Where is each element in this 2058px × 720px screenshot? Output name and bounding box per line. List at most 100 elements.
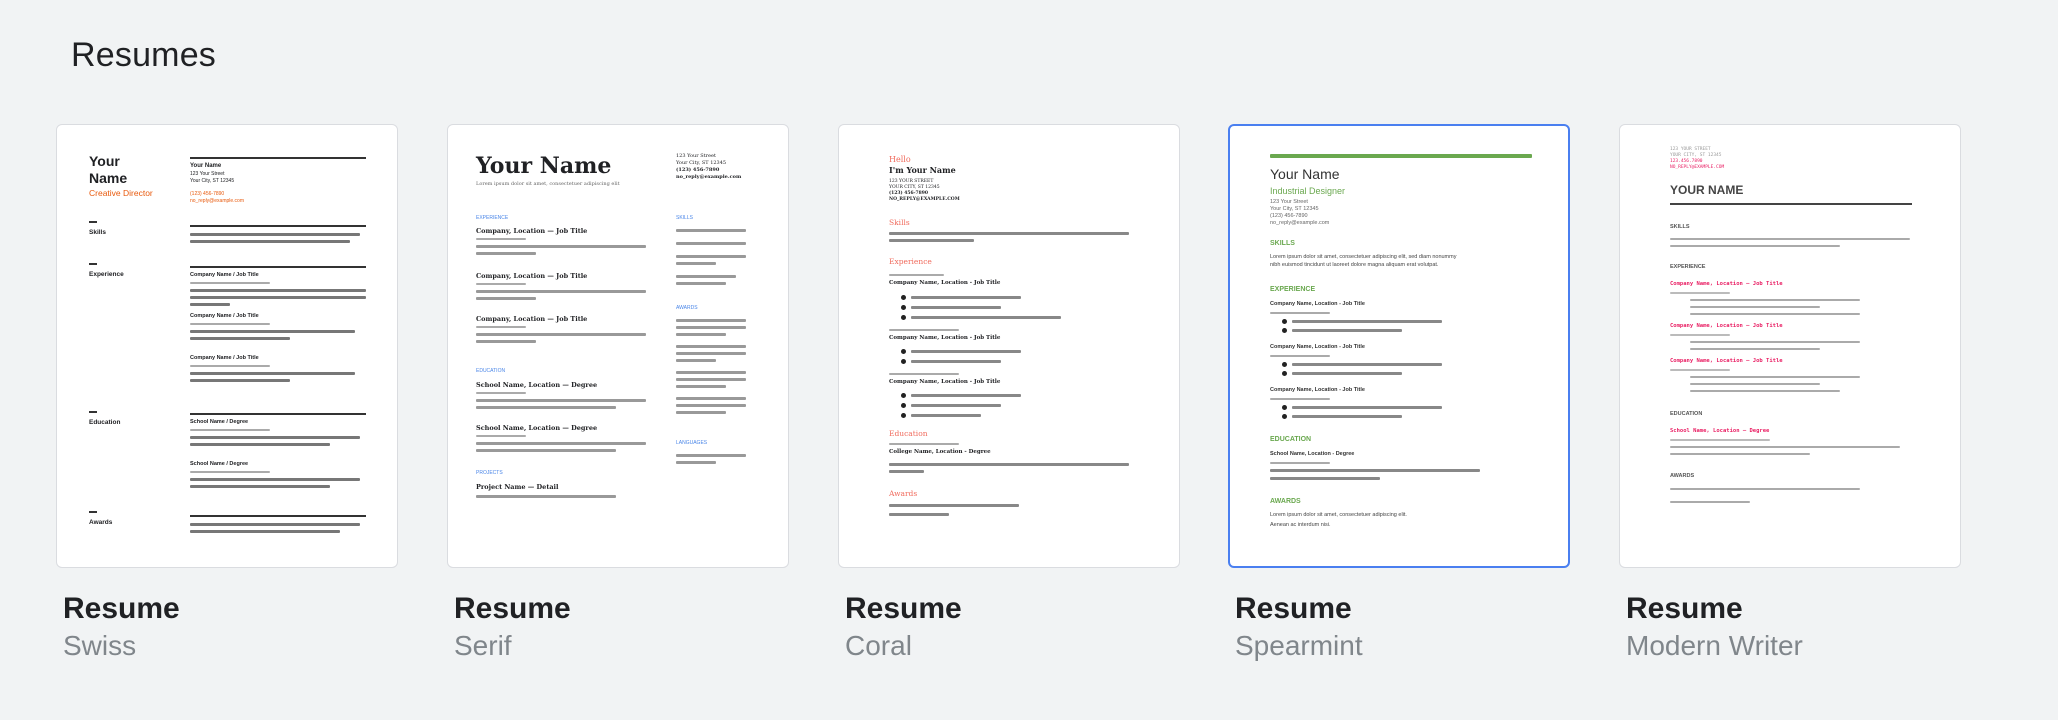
preview-skills: Skills xyxy=(889,218,910,227)
preview-hello: Hello xyxy=(889,155,911,164)
template-name: Coral xyxy=(845,630,912,661)
template-name: Spearmint xyxy=(1235,630,1363,661)
preview-name: Your Name xyxy=(1270,166,1340,182)
preview-experience: Experience xyxy=(89,271,124,278)
preview-school1: School Name / Degree xyxy=(190,419,249,425)
preview-job2: Company Name, Location - Job Title xyxy=(889,335,1001,341)
preview-job3: Company Name, Location — Job Title xyxy=(1670,358,1783,364)
preview-job1: Company Name / Job Title xyxy=(190,272,259,278)
preview-job3: Company Name, Location - Job Title xyxy=(1270,387,1365,393)
preview-education: EDUCATION xyxy=(1270,436,1312,443)
template-thumbnail-serif[interactable]: Your Name Lorem ipsum dolor sit amet, co… xyxy=(447,124,789,568)
preview-addr1: 123 YOUR STREET xyxy=(889,179,934,184)
preview-name-line1: Your xyxy=(89,153,120,169)
preview-project: Project Name — Detail xyxy=(476,483,559,491)
modern-writer-preview: 123 YOUR STREET YOUR CITY, ST 12345 123.… xyxy=(1620,125,1960,567)
preview-addr2: YOUR CITY, ST 12345 xyxy=(1670,153,1722,158)
preview-email: no_reply@example.com xyxy=(1270,220,1330,226)
preview-lorem1: Lorem ipsum dolor sit amet, consectetuer… xyxy=(1270,254,1457,260)
template-thumbnail-coral[interactable]: Hello I'm Your Name 123 YOUR STREET YOUR… xyxy=(838,124,1180,568)
template-name: Serif xyxy=(454,630,512,661)
template-name: Swiss xyxy=(63,630,137,661)
preview-skills: Skills xyxy=(89,229,106,236)
preview-email: NO_REPLY@EXAMPLE.COM xyxy=(889,197,960,202)
preview-lorem4: Aenean ac interdum nisi. xyxy=(1270,522,1331,528)
template-title: Resume xyxy=(454,592,571,625)
preview-education: EDUCATION xyxy=(1670,411,1703,417)
preview-job2: Company, Location — Job Title xyxy=(476,272,588,280)
preview-email: no_reply@example.com xyxy=(676,174,742,180)
template-thumbnail-spearmint[interactable]: Your Name Industrial Designer 123 Your S… xyxy=(1228,124,1570,568)
preview-experience: EXPERIENCE xyxy=(1270,286,1316,293)
template-name: Modern Writer xyxy=(1626,630,1803,661)
preview-addr1: 123 Your Street xyxy=(1270,199,1308,205)
preview-education: Education xyxy=(89,419,121,426)
preview-job1: Company Name, Location — Job Title xyxy=(1670,281,1783,287)
template-title: Resume xyxy=(845,592,962,625)
preview-awards: Awards xyxy=(89,519,113,526)
template-thumbnail-modern-writer[interactable]: 123 YOUR STREET YOUR CITY, ST 12345 123.… xyxy=(1619,124,1961,568)
preview-job1: Company, Location — Job Title xyxy=(476,227,588,235)
preview-role: Creative Director xyxy=(89,188,153,198)
preview-skills: SKILLS xyxy=(676,215,693,221)
preview-phone: (123) 456-7890 xyxy=(190,191,225,197)
preview-addr1: 123 Your Street xyxy=(190,171,225,177)
preview-awards: AWARDS xyxy=(676,305,698,311)
preview-addr2: YOUR CITY, ST 12345 xyxy=(889,185,940,190)
preview-school2: School Name / Degree xyxy=(190,461,249,467)
preview-addr1: 123 Your Street xyxy=(676,153,716,159)
preview-lorem3: Lorem ipsum dolor sit amet, consectetuer… xyxy=(1270,512,1407,518)
preview-phone: 123.456.7890 xyxy=(1670,159,1703,164)
preview-education: Education xyxy=(889,429,928,438)
preview-phone: (123) 456-7890 xyxy=(676,167,720,173)
preview-addr2: Your City, ST 12345 xyxy=(676,160,727,166)
preview-skills: SKILLS xyxy=(1670,224,1690,230)
preview-job2: Company Name / Job Title xyxy=(190,313,259,319)
preview-phone: (123) 456-7890 xyxy=(1270,213,1308,219)
preview-role: Industrial Designer xyxy=(1270,186,1346,196)
preview-skills: SKILLS xyxy=(1270,240,1295,247)
preview-school: College Name, Location - Degree xyxy=(889,449,991,455)
preview-job2: Company Name, Location - Job Title xyxy=(1270,344,1365,350)
preview-addr2: Your City, ST 12345 xyxy=(1270,206,1319,212)
coral-preview: Hello I'm Your Name 123 YOUR STREET YOUR… xyxy=(839,125,1179,567)
template-thumbnail-swiss[interactable]: Your Name Creative Director Your Name 12… xyxy=(56,124,398,568)
serif-preview: Your Name Lorem ipsum dolor sit amet, co… xyxy=(448,125,788,567)
swiss-preview: Your Name Creative Director Your Name 12… xyxy=(57,125,397,567)
preview-job3: Company, Location — Job Title xyxy=(476,315,588,323)
preview-contact-name: Your Name xyxy=(190,163,222,169)
preview-awards: AWARDS xyxy=(1270,498,1301,505)
preview-addr2: Your City, ST 12345 xyxy=(190,178,235,184)
preview-school: School Name, Location - Degree xyxy=(1270,451,1355,457)
preview-job3: Company Name, Location - Job Title xyxy=(889,379,1001,385)
preview-experience: EXPERIENCE xyxy=(476,215,509,221)
preview-school1: School Name, Location — Degree xyxy=(476,381,598,389)
spearmint-preview: Your Name Industrial Designer 123 Your S… xyxy=(1230,126,1568,566)
preview-job1: Company Name, Location - Job Title xyxy=(889,280,1001,286)
preview-lorem2: nibh euismod tincidunt ut laoreet dolore… xyxy=(1270,262,1439,268)
preview-projects: PROJECTS xyxy=(476,470,503,476)
preview-experience: EXPERIENCE xyxy=(1670,264,1706,270)
template-title: Resume xyxy=(1626,592,1743,625)
preview-email: NO_REPLY@EXAMPLE.COM xyxy=(1670,165,1725,170)
preview-job3: Company Name / Job Title xyxy=(190,355,259,361)
preview-experience: Experience xyxy=(889,257,932,266)
preview-phone: (123) 456-7890 xyxy=(889,191,929,196)
preview-education: EDUCATION xyxy=(476,368,506,374)
preview-name: Your Name xyxy=(476,153,612,179)
preview-name-line2: Name xyxy=(89,170,128,186)
preview-addr1: 123 YOUR STREET xyxy=(1670,147,1711,152)
preview-job2: Company Name, Location — Job Title xyxy=(1670,323,1783,329)
section-title: Resumes xyxy=(71,36,217,74)
preview-name: YOUR NAME xyxy=(1670,183,1744,197)
template-title: Resume xyxy=(63,592,180,625)
template-title: Resume xyxy=(1235,592,1352,625)
preview-tagline: Lorem ipsum dolor sit amet, consectetuer… xyxy=(476,181,620,187)
preview-languages: LANGUAGES xyxy=(676,440,708,446)
preview-job1: Company Name, Location - Job Title xyxy=(1270,301,1365,307)
preview-awards: Awards xyxy=(889,489,918,498)
preview-awards: AWARDS xyxy=(1670,473,1695,479)
preview-school2: School Name, Location — Degree xyxy=(476,424,598,432)
preview-name: I'm Your Name xyxy=(889,165,956,175)
preview-school: School Name, Location — Degree xyxy=(1670,428,1770,434)
